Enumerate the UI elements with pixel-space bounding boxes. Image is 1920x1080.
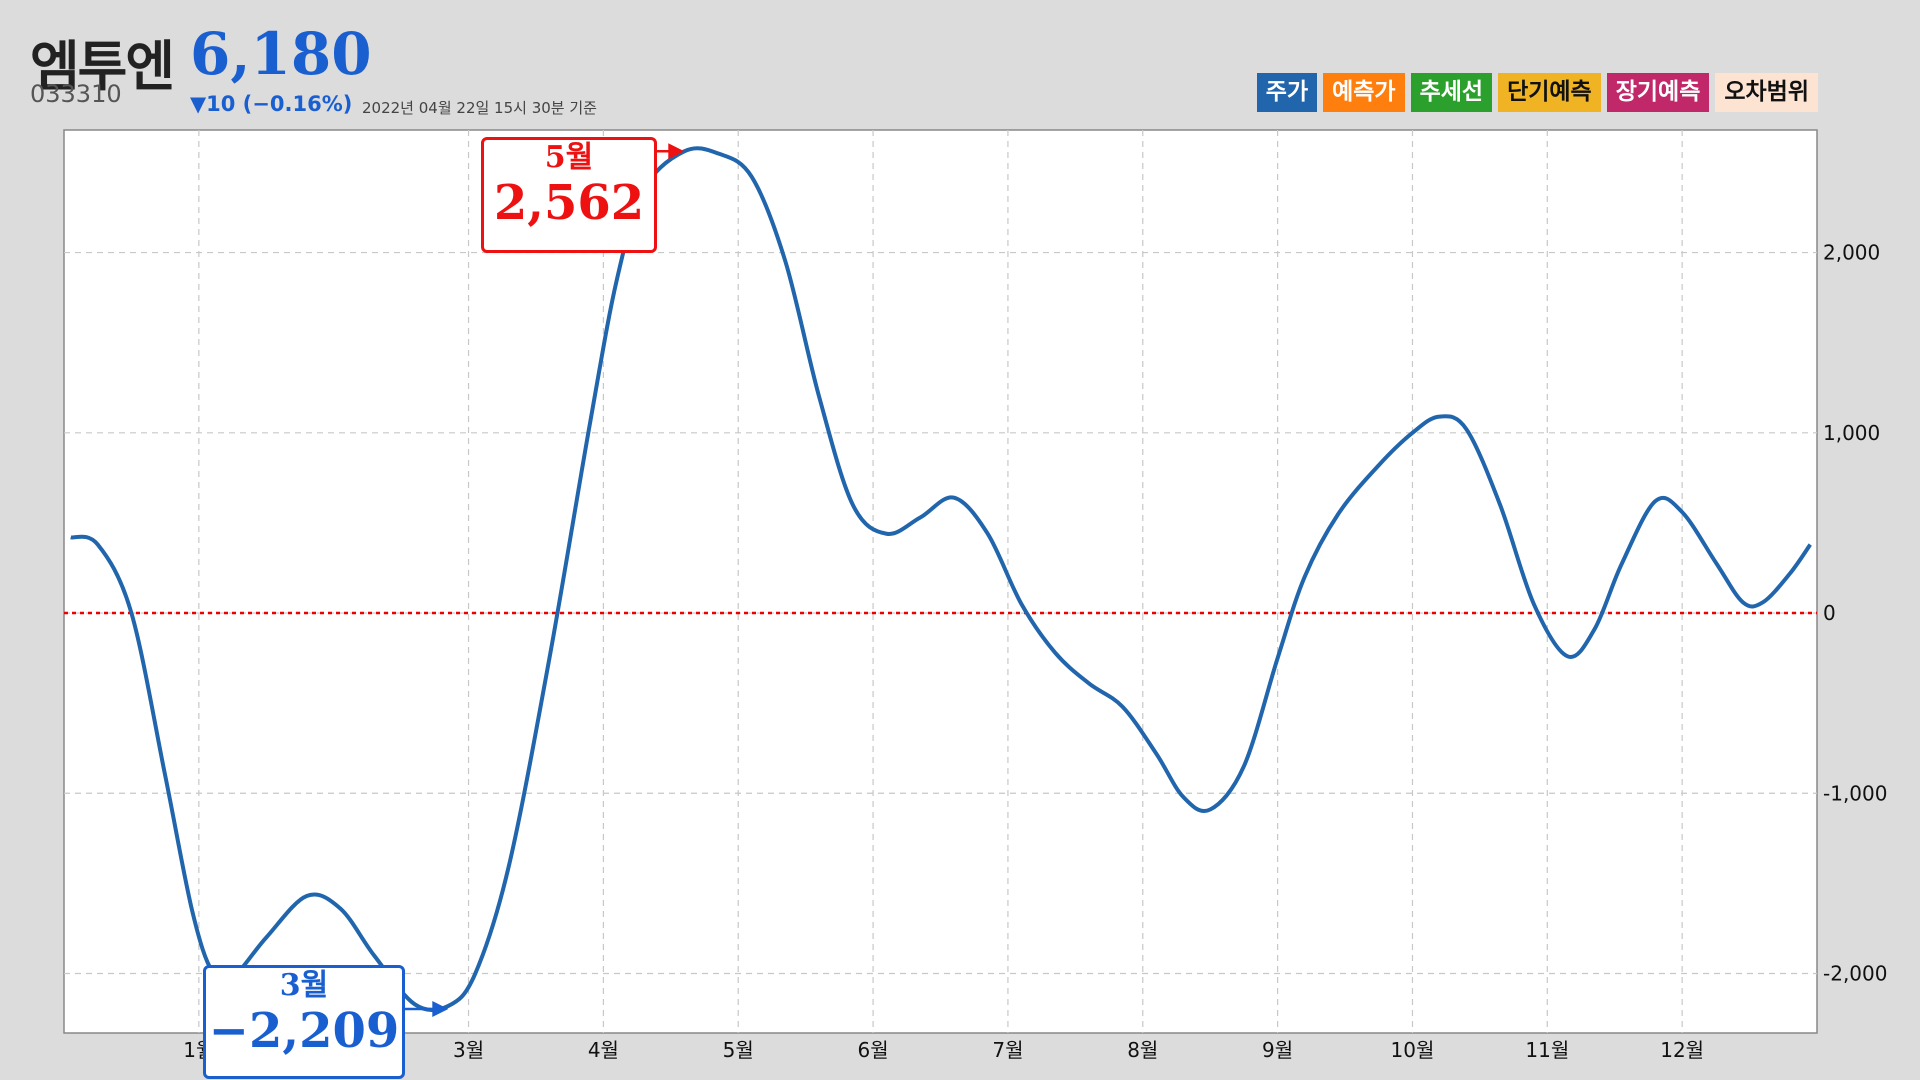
x-tick-label: 4월 bbox=[588, 1038, 619, 1062]
x-tick-label: 6월 bbox=[858, 1038, 889, 1062]
x-tick-label: 12월 bbox=[1660, 1038, 1704, 1062]
x-tick-label: 10월 bbox=[1391, 1038, 1435, 1062]
x-tick-label: 9월 bbox=[1262, 1038, 1293, 1062]
y-tick-label: 2,000 bbox=[1823, 241, 1880, 265]
x-tick-label: 3월 bbox=[453, 1038, 484, 1062]
y-tick-label: 1,000 bbox=[1823, 421, 1880, 445]
min-annotation: 3월 −2,209 bbox=[203, 965, 405, 1079]
y-tick-label: 0 bbox=[1823, 601, 1836, 625]
max-annotation-month: 5월 bbox=[544, 140, 594, 175]
x-tick-label: 5월 bbox=[723, 1038, 754, 1062]
min-annotation-value: −2,209 bbox=[208, 1003, 400, 1059]
x-tick-label: 8월 bbox=[1127, 1038, 1158, 1062]
y-tick-label: -2,000 bbox=[1823, 962, 1887, 986]
x-tick-label: 7월 bbox=[992, 1038, 1023, 1062]
max-annotation: 5월 2,562 bbox=[481, 137, 657, 253]
y-tick-label: -1,000 bbox=[1823, 781, 1887, 805]
x-tick-label: 11월 bbox=[1525, 1038, 1569, 1062]
min-annotation-month: 3월 bbox=[279, 968, 329, 1003]
max-annotation-value: 2,562 bbox=[493, 175, 645, 231]
price-chart: 1월 3월 4월 5월 6월 7월 8월 9월 10월 11월 12월2,0001,0000-1,0… bbox=[63, 129, 1887, 1062]
